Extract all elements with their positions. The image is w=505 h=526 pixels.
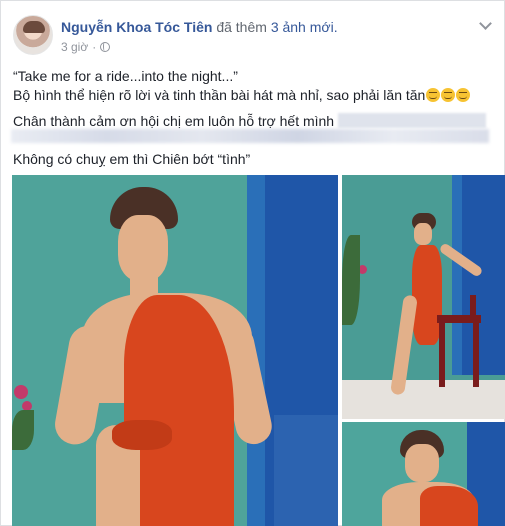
post-line-2-wrap: Bộ hình thể hiện rõ lời và tinh thần bài… [13, 86, 493, 105]
post-line-4: Không có chuỵ em thì Chiên bớt “tình” [13, 151, 251, 167]
new-photos-link[interactable]: 3 ảnh mới. [271, 19, 338, 35]
post-header: Nguyễn Khoa Tóc Tiên đã thêm 3 ảnh mới. [61, 18, 338, 36]
feed-post: Nguyễn Khoa Tóc Tiên đã thêm 3 ảnh mới. … [0, 0, 505, 526]
photo-bottom-right[interactable] [342, 422, 505, 526]
globe-icon[interactable] [100, 42, 111, 52]
post-timestamp[interactable]: 3 giờ [61, 40, 88, 54]
blue-door [460, 175, 505, 375]
post-line-2: Bộ hình thể hiện rõ lời và tinh thần bài… [13, 87, 426, 103]
author-avatar[interactable] [13, 15, 53, 55]
post-meta: 3 giờ · [61, 40, 111, 54]
smirk-emoji-icon [441, 88, 456, 102]
meta-separator: · [92, 40, 97, 54]
photo-top-right[interactable] [342, 175, 505, 419]
smirk-emoji-icon [456, 88, 471, 102]
chevron-down-icon[interactable] [480, 19, 490, 29]
post-action-text: đã thêm [216, 19, 267, 35]
photo-main[interactable] [12, 175, 338, 526]
post-line-1: “Take me for a ride...into the night...” [13, 68, 238, 84]
author-name-link[interactable]: Nguyễn Khoa Tóc Tiên [61, 19, 212, 35]
smirk-emoji-icon [426, 88, 441, 102]
blurred-mention [338, 113, 486, 128]
blurred-mentions [11, 129, 489, 143]
